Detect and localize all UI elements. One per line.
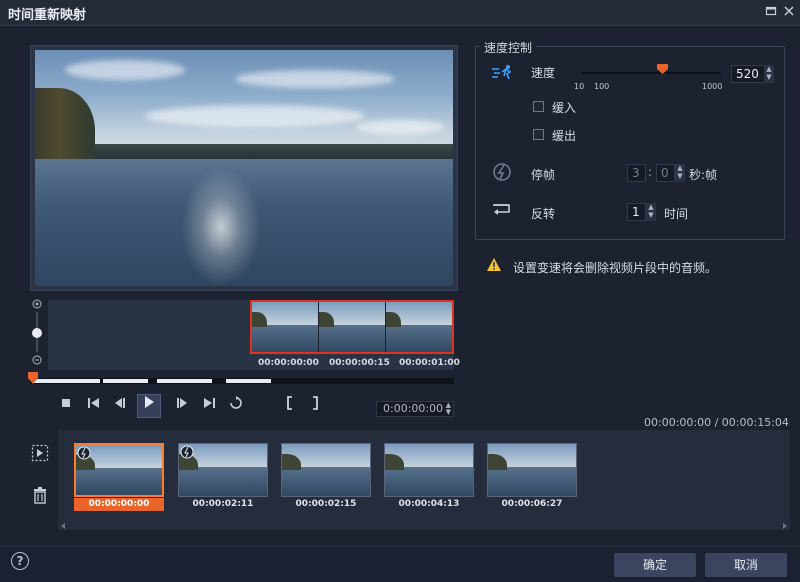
reverse-spin-icon[interactable]: ▲ ▼ [646, 203, 656, 221]
speed-slider-track[interactable] [581, 72, 721, 74]
freeze-frame-icon [492, 162, 512, 185]
stop-button[interactable] [56, 396, 76, 416]
ok-button[interactable]: 确定 [614, 553, 696, 577]
timeline-thumb [319, 302, 386, 352]
clip-timecode: 00:00:02:11 [192, 499, 254, 509]
speed-slider-thumb[interactable] [657, 63, 668, 74]
speed-value-input[interactable]: 520 [731, 65, 765, 83]
ease-out-checkbox[interactable] [533, 129, 544, 140]
ease-out-label: 缓出 [552, 129, 577, 143]
playhead-marker[interactable] [28, 372, 38, 384]
freeze-label: 停帧 [531, 168, 556, 182]
play-button[interactable] [137, 394, 161, 418]
timeline-thumbnails[interactable] [250, 300, 454, 354]
clip-thumbnail[interactable] [487, 443, 577, 497]
freeze-spin-icon[interactable]: ▲ ▼ [675, 164, 685, 182]
freeze-frames-input[interactable]: 0 [656, 164, 675, 182]
next-frame-button[interactable] [172, 396, 192, 416]
timecode-input[interactable]: 0:00:00:00 ▲ ▼ [376, 401, 454, 417]
clip-thumbnail[interactable] [178, 443, 268, 497]
timecode-value: 0:00:00:00 [383, 402, 444, 415]
mark-out-button[interactable] [305, 396, 325, 416]
window-title: 时间重新映射 [8, 8, 87, 23]
speed-icon [491, 64, 513, 83]
title-bar: 时间重新映射 [0, 0, 800, 26]
go-to-end-button[interactable] [199, 396, 219, 416]
clip-thumbnail[interactable] [74, 443, 164, 497]
cancel-button[interactable]: 取消 [705, 553, 787, 577]
total-time: 00:00:00:00 / 00:00:15:04 [644, 416, 789, 429]
freeze-seconds-input[interactable]: 3 [627, 164, 646, 182]
reverse-count-input[interactable]: 1 [627, 203, 646, 221]
reverse-label: 反转 [531, 207, 556, 221]
speed-label: 速度 [531, 66, 556, 80]
freeze-unit-label: 秒:帧 [689, 168, 718, 182]
delete-icon[interactable] [31, 486, 49, 504]
preview-image [35, 50, 453, 286]
maximize-icon[interactable] [764, 5, 778, 19]
video-preview [30, 45, 458, 291]
timecode-spin-icon[interactable]: ▲ ▼ [446, 402, 451, 416]
speed-scale-mid: 100 [594, 82, 610, 91]
timeline-timecode: 00:00:00:15 [329, 358, 390, 368]
ease-in-label: 缓入 [552, 101, 577, 115]
timeline-timecode: 00:00:01:00 [399, 358, 460, 368]
previous-frame-button[interactable] [110, 396, 130, 416]
speed-scale-min: 10 [574, 82, 585, 91]
timeline-timecode: 00:00:00:00 [258, 358, 319, 368]
help-icon[interactable]: ? [11, 552, 29, 570]
speed-value: 520 [736, 67, 759, 81]
close-icon[interactable] [782, 5, 796, 19]
zoom-slider[interactable] [30, 298, 44, 368]
scrub-bar[interactable] [30, 378, 454, 384]
clip-thumbnail[interactable] [384, 443, 474, 497]
clip-timecode: 00:00:04:13 [398, 499, 460, 509]
timeline-thumb [252, 302, 319, 352]
freeze-frame-icon [77, 446, 91, 463]
freeze-seconds-value: 3 [632, 166, 640, 180]
clip-timecode: 00:00:00:00 [74, 498, 164, 511]
freeze-separator: : [648, 165, 653, 179]
warning-text: 设置变速将会删除视频片段中的音频。 [513, 261, 718, 275]
speed-control-title: 速度控制 [480, 39, 537, 56]
speed-spin-icon[interactable]: ▲ ▼ [764, 65, 774, 83]
clip-thumbnail[interactable] [281, 443, 371, 497]
go-to-start-button[interactable] [84, 396, 104, 416]
timeline-thumb [386, 302, 452, 352]
warning-icon [487, 258, 501, 274]
clip-timecode: 00:00:02:15 [295, 499, 357, 509]
freeze-frame-icon [180, 445, 194, 462]
split-clip-icon[interactable] [31, 444, 49, 462]
mark-in-button[interactable] [280, 396, 300, 416]
speed-scale-max: 1000 [702, 82, 723, 91]
clip-tray-scrollbar[interactable] [58, 520, 790, 530]
freeze-frames-value: 0 [661, 166, 669, 180]
reverse-unit-label: 时间 [664, 207, 689, 221]
repeat-icon[interactable] [226, 396, 246, 416]
reverse-icon [491, 202, 513, 219]
reverse-count-value: 1 [632, 205, 640, 219]
clip-timecode: 00:00:06:27 [501, 499, 563, 509]
ease-in-checkbox[interactable] [533, 101, 544, 112]
